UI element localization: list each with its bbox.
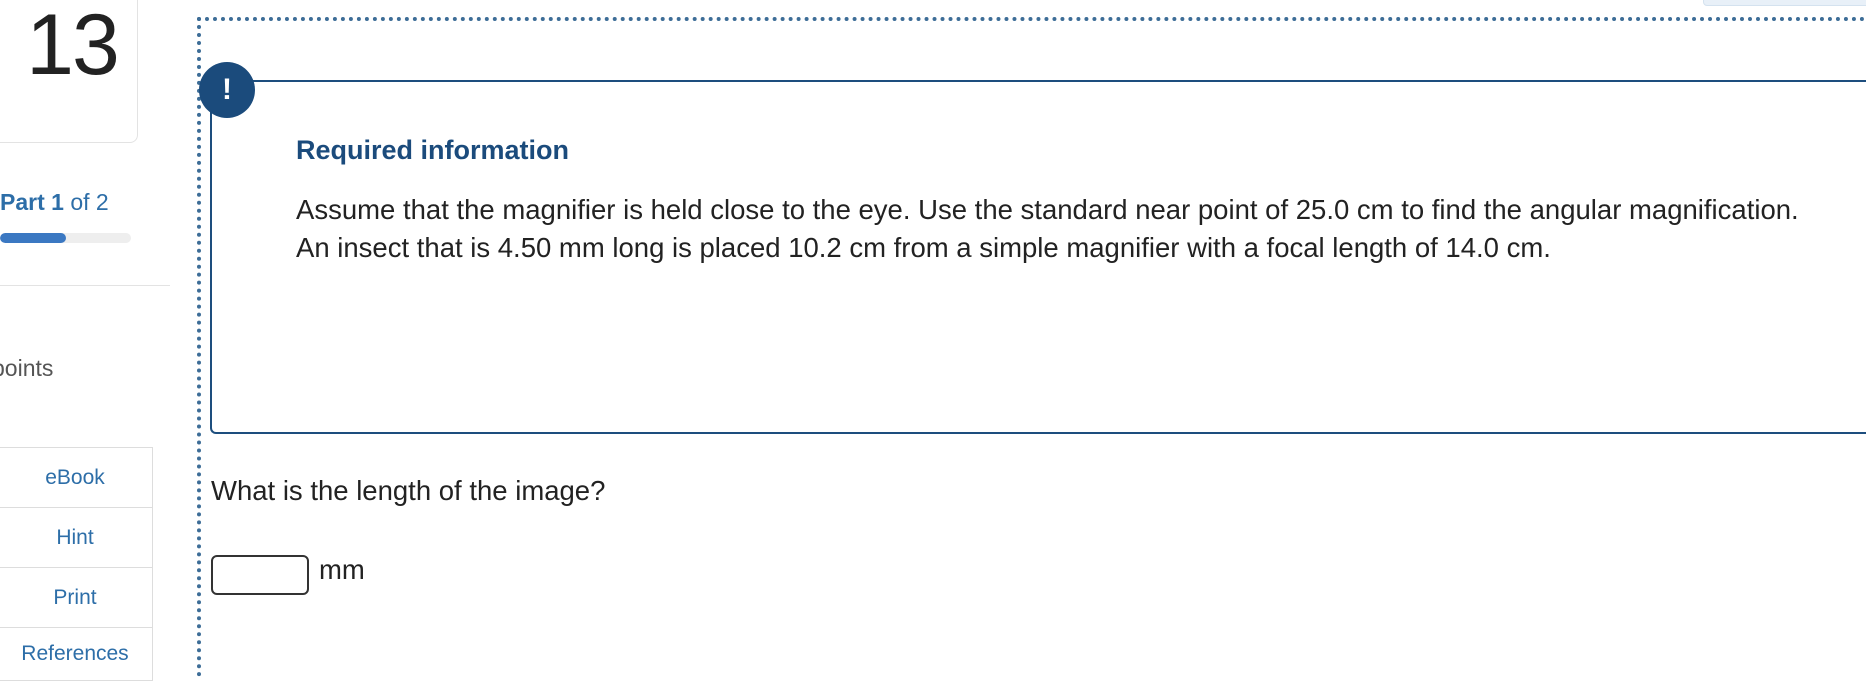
question-number: 13 xyxy=(26,0,120,93)
required-information-body: Assume that the magnifier is held close … xyxy=(296,194,1799,263)
exclamation-icon: ! xyxy=(199,62,255,118)
hint-button[interactable]: Hint xyxy=(0,508,152,568)
resource-buttons: eBook Hint Print References xyxy=(0,447,153,681)
part-current: 1 xyxy=(51,189,64,215)
top-right-tab[interactable] xyxy=(1703,0,1866,6)
part-prefix: Part xyxy=(0,189,52,215)
part-total: of 2 xyxy=(63,189,109,215)
image-length-input[interactable] xyxy=(211,555,309,595)
question-frame-top-border xyxy=(197,17,1866,21)
sidebar-divider xyxy=(0,285,170,286)
references-button[interactable]: References xyxy=(0,628,152,680)
points-label: points xyxy=(0,355,54,381)
part-progress-fill xyxy=(0,233,66,243)
part-progress-bar xyxy=(0,233,131,243)
question-frame-left-border xyxy=(197,17,201,677)
ebook-button[interactable]: eBook xyxy=(0,448,152,508)
question-prompt: What is the length of the image? xyxy=(211,475,606,506)
part-indicator: Part 1 of 2 xyxy=(0,189,109,216)
unit-label: mm xyxy=(319,554,365,585)
print-button[interactable]: Print xyxy=(0,568,152,628)
required-information-title: Required information xyxy=(296,135,570,165)
